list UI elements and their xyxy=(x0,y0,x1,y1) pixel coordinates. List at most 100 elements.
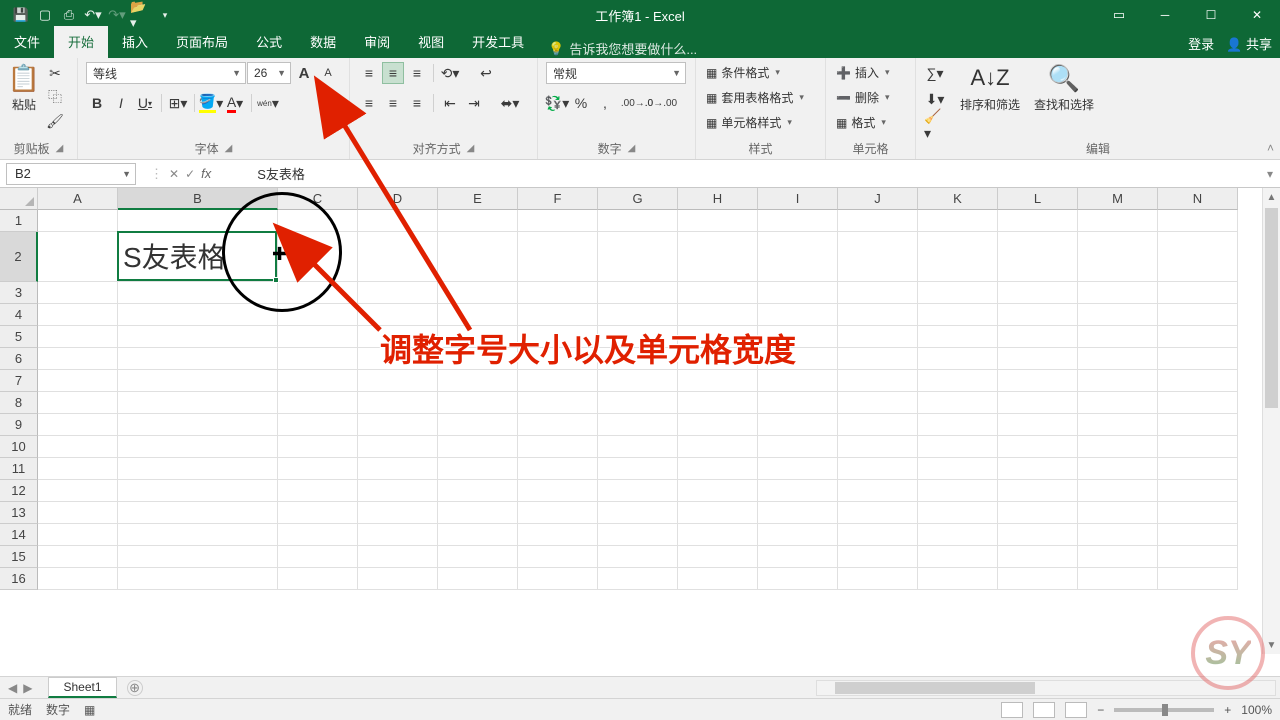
fill-color-button[interactable]: 🪣▾ xyxy=(200,92,222,114)
cell[interactable] xyxy=(758,502,838,524)
number-format-select[interactable]: 常规▼ xyxy=(546,62,686,84)
cell[interactable] xyxy=(118,480,278,502)
cell[interactable] xyxy=(598,210,678,232)
cell[interactable] xyxy=(758,348,838,370)
save-icon[interactable]: 💾 xyxy=(10,4,32,26)
col-header[interactable]: G xyxy=(598,188,678,210)
cell[interactable] xyxy=(598,568,678,590)
cell[interactable] xyxy=(438,210,518,232)
close-button[interactable]: ✕ xyxy=(1234,0,1280,30)
tab-review[interactable]: 审阅 xyxy=(350,26,404,58)
cell[interactable] xyxy=(278,210,358,232)
cell[interactable] xyxy=(998,414,1078,436)
view-pagelayout-button[interactable] xyxy=(1033,702,1055,718)
cell[interactable] xyxy=(598,546,678,568)
cell[interactable] xyxy=(678,546,758,568)
cell[interactable] xyxy=(518,210,598,232)
scroll-down-icon[interactable]: ▼ xyxy=(1263,636,1280,654)
cut-icon[interactable]: ✂ xyxy=(44,62,66,84)
cell[interactable] xyxy=(838,304,918,326)
cell[interactable] xyxy=(1158,568,1238,590)
cell[interactable] xyxy=(438,568,518,590)
cell[interactable] xyxy=(278,546,358,568)
cell[interactable] xyxy=(1158,458,1238,480)
accept-formula-icon[interactable]: ✓ xyxy=(185,167,195,181)
cell[interactable] xyxy=(38,502,118,524)
cell[interactable] xyxy=(998,546,1078,568)
cell[interactable] xyxy=(1158,210,1238,232)
redo-icon[interactable]: ↷▾ xyxy=(106,4,128,26)
cell[interactable] xyxy=(278,370,358,392)
cancel-formula-icon[interactable]: ✕ xyxy=(169,167,179,181)
cell[interactable] xyxy=(438,414,518,436)
cell[interactable] xyxy=(358,392,438,414)
cell[interactable] xyxy=(998,282,1078,304)
sort-filter-button[interactable]: A↓Z排序和筛选 xyxy=(960,62,1020,113)
row-header[interactable]: 4 xyxy=(0,304,38,326)
cell[interactable] xyxy=(438,282,518,304)
cell[interactable] xyxy=(678,348,758,370)
cell[interactable] xyxy=(838,348,918,370)
col-header[interactable]: D xyxy=(358,188,438,210)
cell[interactable] xyxy=(838,370,918,392)
col-header[interactable]: E xyxy=(438,188,518,210)
cell[interactable] xyxy=(678,436,758,458)
name-box[interactable]: B2▼ xyxy=(6,163,136,185)
cell[interactable] xyxy=(358,480,438,502)
shrink-font-button[interactable]: A xyxy=(317,62,339,84)
font-color-button[interactable]: A▾ xyxy=(224,92,246,114)
cell[interactable] xyxy=(438,232,518,282)
align-bottom-button[interactable]: ≡ xyxy=(406,62,428,84)
row-header[interactable]: 5 xyxy=(0,326,38,348)
cell[interactable] xyxy=(438,348,518,370)
cell[interactable] xyxy=(758,304,838,326)
cell[interactable] xyxy=(1078,458,1158,480)
cell[interactable] xyxy=(998,568,1078,590)
row-header[interactable]: 6 xyxy=(0,348,38,370)
row-header[interactable]: 10 xyxy=(0,436,38,458)
align-middle-button[interactable]: ≡ xyxy=(382,62,404,84)
clear-button[interactable]: 🧹▾ xyxy=(924,114,946,136)
cell[interactable] xyxy=(998,480,1078,502)
cell[interactable] xyxy=(758,524,838,546)
cell[interactable] xyxy=(118,348,278,370)
cell[interactable] xyxy=(1158,326,1238,348)
format-cells-button[interactable]: ▦格式▾ xyxy=(834,112,888,133)
cell[interactable] xyxy=(918,524,998,546)
collapse-ribbon-icon[interactable]: ˄ xyxy=(1267,141,1274,155)
conditional-format-button[interactable]: ▦条件格式▾ xyxy=(704,62,782,83)
comma-button[interactable]: , xyxy=(594,92,616,114)
selected-cell[interactable]: S友表格 xyxy=(117,231,277,281)
cell[interactable] xyxy=(278,524,358,546)
cell[interactable] xyxy=(278,392,358,414)
login-link[interactable]: 登录 xyxy=(1188,34,1214,53)
zoom-out-button[interactable]: − xyxy=(1097,703,1104,717)
wrap-text-button[interactable]: ↩ xyxy=(475,62,497,84)
tab-view[interactable]: 视图 xyxy=(404,26,458,58)
cell[interactable] xyxy=(518,370,598,392)
cell[interactable] xyxy=(998,304,1078,326)
cell[interactable] xyxy=(758,370,838,392)
cell[interactable] xyxy=(598,232,678,282)
cell[interactable] xyxy=(758,210,838,232)
cell[interactable] xyxy=(38,210,118,232)
cell[interactable] xyxy=(598,458,678,480)
tab-insert[interactable]: 插入 xyxy=(108,26,162,58)
cell[interactable] xyxy=(758,414,838,436)
cell[interactable] xyxy=(838,392,918,414)
cell[interactable] xyxy=(438,370,518,392)
cell[interactable] xyxy=(278,304,358,326)
sheet-tab[interactable]: Sheet1 xyxy=(48,677,116,698)
cell[interactable] xyxy=(758,546,838,568)
cell[interactable] xyxy=(758,458,838,480)
cell[interactable] xyxy=(438,458,518,480)
zoom-level[interactable]: 100% xyxy=(1241,703,1272,717)
col-header[interactable]: L xyxy=(998,188,1078,210)
cell[interactable] xyxy=(358,232,438,282)
cell[interactable] xyxy=(918,436,998,458)
cell[interactable] xyxy=(358,210,438,232)
open-icon[interactable]: 📂▾ xyxy=(130,4,152,26)
sheet-nav-next-icon[interactable]: ▶ xyxy=(23,681,32,695)
col-header[interactable]: K xyxy=(918,188,998,210)
align-right-button[interactable]: ≡ xyxy=(406,92,428,114)
